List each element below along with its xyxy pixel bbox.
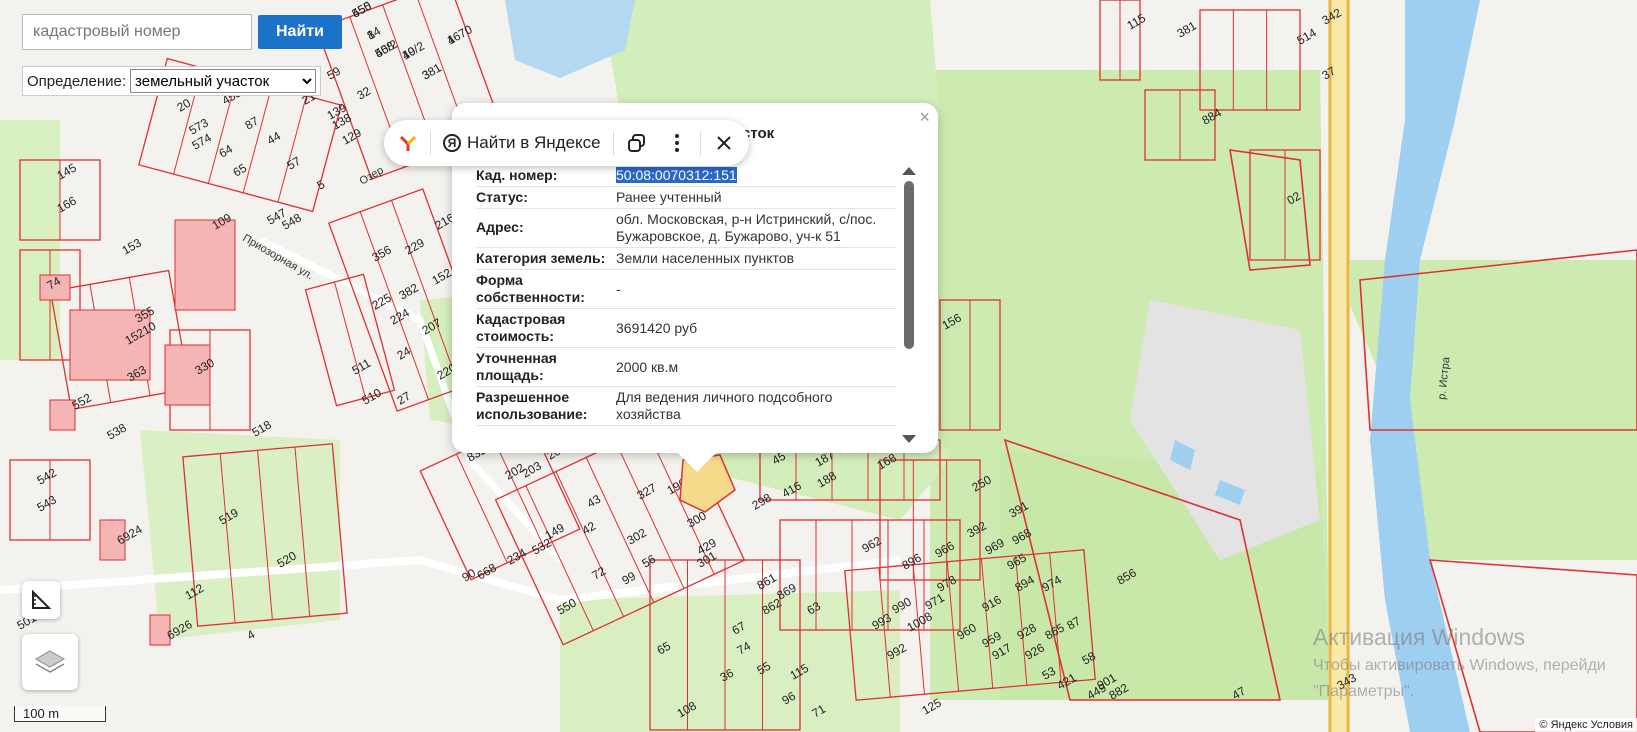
toolbar-divider	[430, 131, 431, 155]
watermark-line2: "Параметры".	[1313, 683, 1415, 700]
find-button[interactable]: Найти	[258, 15, 342, 49]
copy-icon[interactable]	[620, 126, 654, 160]
definition-panel: Определение: земельный участок	[22, 66, 322, 96]
info-value: Ранее учтенный	[616, 189, 722, 205]
info-row: Уточненная площадь: 2000 кв.м	[476, 348, 896, 387]
watermark-line1: Чтобы активировать Windows, перейди	[1313, 657, 1606, 674]
info-row: Адрес: обл. Московская, р-н Истринский, …	[476, 209, 896, 248]
info-row: Статус: Ранее учтенный	[476, 187, 896, 209]
windows-activation-watermark: Активация Windows Чтобы активировать Win…	[1313, 624, 1606, 703]
info-value: 2000 кв.м	[616, 358, 679, 375]
layers-icon	[34, 650, 66, 673]
yandex-browser-logo-icon[interactable]	[392, 127, 424, 159]
info-row: Форма собственности: -	[476, 270, 896, 309]
search-bar: Найти	[22, 14, 342, 52]
info-row: Разрешенное использование: Для ведения л…	[476, 387, 896, 426]
info-key: Кад. номер:	[476, 167, 558, 183]
info-key: Категория земель:	[476, 250, 606, 266]
watermark-title: Активация Windows	[1313, 624, 1525, 650]
close-icon[interactable]: ×	[919, 107, 930, 128]
popup-scrollbar[interactable]	[902, 167, 916, 443]
yandex-search-toolbar: Я Найти в Яндексе	[384, 120, 749, 166]
map-scale: 100 m	[14, 706, 106, 722]
info-key: Адрес:	[476, 219, 524, 235]
popup-pointer	[675, 450, 719, 472]
definition-label: Определение:	[27, 72, 127, 90]
building	[174, 219, 236, 311]
ruler-icon	[32, 589, 52, 609]
info-key: Уточненная площадь:	[476, 350, 557, 383]
info-row: Категория земель: Земли населенных пункт…	[476, 248, 896, 270]
scroll-thumb[interactable]	[904, 181, 914, 349]
info-row: Кад. номер: 50:08:0070312:151	[476, 165, 896, 187]
info-value: 3691420 руб	[616, 319, 698, 336]
info-key: Разрешенное использование:	[476, 389, 588, 422]
info-value: обл. Московская, р-н Истринский, с/пос. …	[616, 211, 877, 244]
yandex-search-icon: Я	[443, 134, 461, 152]
definition-select[interactable]: земельный участок	[130, 69, 317, 93]
info-key: Кадастровая стоимость:	[476, 311, 566, 344]
cadastral-search-input[interactable]	[22, 14, 252, 50]
scroll-down-icon[interactable]	[902, 435, 916, 443]
layers-button[interactable]	[22, 634, 78, 690]
info-value[interactable]: 50:08:0070312:151	[616, 167, 896, 184]
toolbar-divider	[612, 131, 614, 155]
find-in-yandex-label: Найти в Яндексе	[467, 133, 601, 152]
info-value: -	[616, 280, 621, 297]
ruler-button[interactable]	[22, 581, 60, 619]
find-in-yandex-button[interactable]: Я Найти в Яндексе	[437, 133, 607, 153]
info-key: Форма собственности:	[476, 272, 585, 305]
more-vertical-icon[interactable]	[660, 126, 694, 160]
close-toolbar-icon[interactable]	[707, 126, 741, 160]
info-value: Для ведения личного подсобного хозяйства	[616, 389, 833, 422]
info-value: Земли населенных пунктов	[616, 250, 795, 266]
toolbar-divider	[699, 131, 701, 155]
popup-info-table: Кад. номер: 50:08:0070312:151 Статус: Ра…	[476, 165, 896, 447]
info-row: Кадастровая стоимость: 3691420 руб	[476, 309, 896, 348]
map-copyright[interactable]: © Яндекс Условия	[1535, 718, 1637, 732]
info-key: Статус:	[476, 189, 528, 205]
scroll-up-icon[interactable]	[902, 167, 916, 175]
